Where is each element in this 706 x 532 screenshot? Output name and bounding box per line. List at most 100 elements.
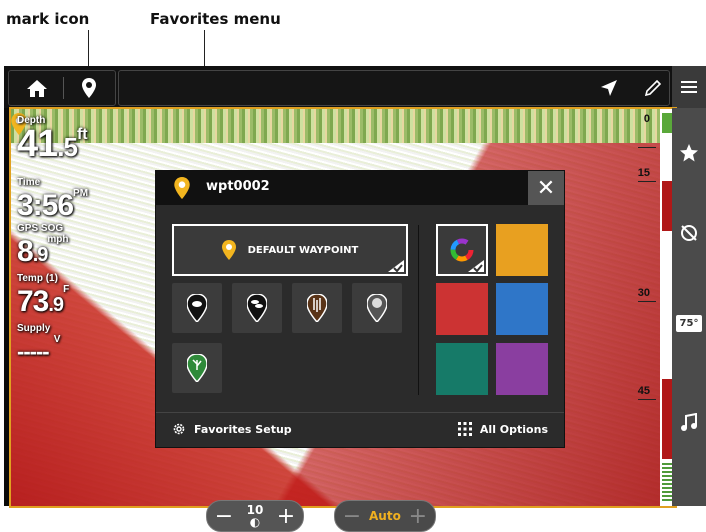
right-toolbar: 75° (672, 108, 706, 506)
checkmark-icon (388, 260, 404, 273)
depth-scale: 0 15 30 45 (626, 109, 674, 506)
music-icon (681, 413, 697, 431)
dialog-title: wpt0002 (206, 179, 270, 194)
all-options-label: All Options (479, 422, 548, 436)
sonar-icon (681, 225, 697, 241)
draw-button[interactable] (629, 71, 677, 105)
home-icon (27, 80, 47, 97)
dialog-header: wpt0002 ✕ (156, 171, 564, 205)
temp-readout: Temp (1) 73.9F (17, 273, 69, 323)
topbar-left-group (8, 70, 116, 106)
topbar-main-group (118, 70, 670, 106)
waypoint-pin-icon (82, 78, 96, 98)
music-button[interactable] (672, 398, 706, 448)
default-waypoint-button[interactable]: DEFAULT WAYPOINT (172, 224, 408, 276)
sog-label: GPS SOG (17, 223, 64, 234)
depth-tick-30: 30 (637, 287, 650, 299)
menu-icon (681, 81, 697, 93)
navigation-button[interactable] (585, 71, 633, 105)
favorites-button[interactable] (672, 128, 706, 178)
time-ampm: PM (73, 188, 89, 199)
close-button[interactable]: ✕ (528, 171, 564, 205)
favorites-menu-dialog: wpt0002 ✕ DEFAULT WAYPOINT Favorites Set… (155, 170, 565, 448)
depth-tick-0: 0 (643, 113, 650, 125)
checkmark-icon (468, 260, 484, 273)
depth-value: 41 (17, 123, 58, 165)
temp-unit: F (63, 284, 70, 295)
sog-readout: GPS SOG 8.9mph (17, 223, 68, 273)
structure-icon (307, 294, 327, 322)
depth-readout: Depth 41.5ft (17, 115, 88, 165)
water-temp-button[interactable]: 75° (672, 298, 706, 348)
topbar-separator (63, 77, 64, 99)
sensitivity-value: Auto (369, 509, 401, 523)
color-swatch-multicolor[interactable] (436, 224, 488, 276)
bait-icon (367, 294, 387, 322)
waypoint-pin-icon (174, 177, 190, 199)
depth-tick-line (638, 301, 656, 302)
grid-icon (457, 422, 472, 436)
color-swatch-yellow[interactable] (496, 224, 548, 276)
sog-unit: mph (47, 234, 69, 245)
color-swatch-teal[interactable] (436, 343, 488, 395)
home-button[interactable] (13, 71, 61, 105)
supply-value: ----- (17, 339, 54, 364)
flasher-segment (662, 379, 672, 459)
sensitivity-control: − Auto + (334, 500, 436, 532)
supply-unit: V (53, 334, 61, 345)
depth-tick-45: 45 (637, 385, 650, 397)
mark-waypoint-button[interactable] (65, 71, 113, 105)
gear-icon (173, 423, 185, 435)
color-swatch-purple[interactable] (496, 343, 548, 395)
depth-unit: ft (76, 126, 88, 143)
sonar-button[interactable] (672, 208, 706, 258)
flasher-segment (662, 113, 672, 133)
depth-tick-line (638, 147, 656, 148)
sog-value: 8 (17, 235, 34, 268)
time-value: 3:56 (17, 189, 74, 222)
supply-label: Supply (17, 323, 51, 334)
depth-decimal: .5 (57, 132, 78, 162)
water-temp-icon: 75° (675, 314, 703, 332)
temp-value: 73 (17, 285, 49, 318)
depth-tick-15: 15 (637, 167, 650, 179)
time-label: Time (17, 177, 41, 188)
vegetation-icon (187, 354, 207, 382)
all-options-button[interactable]: All Options (457, 422, 548, 436)
star-icon (680, 144, 698, 162)
dialog-footer: Favorites Setup All Options (156, 412, 564, 447)
fish-school-icon (247, 294, 267, 322)
favorites-setup-label: Favorites Setup (194, 422, 292, 436)
structure-icon-tile[interactable] (292, 283, 342, 333)
color-wheel-icon (450, 238, 474, 262)
depth-tick-line (638, 399, 656, 400)
depth-tick-line (638, 181, 656, 182)
fish-icon-tile[interactable] (172, 283, 222, 333)
default-waypoint-label: DEFAULT WAYPOINT (247, 244, 359, 256)
temp-label: Temp (1) (17, 273, 58, 284)
fish-icon (187, 294, 207, 322)
color-swatch-red[interactable] (436, 283, 488, 335)
range-value-text: 10 (246, 503, 264, 517)
surface-clutter (11, 109, 675, 143)
range-control: − 10 ◐ + (206, 500, 304, 532)
top-bar (4, 66, 706, 108)
bait-icon-tile[interactable] (352, 283, 402, 333)
temp-decimal: .9 (48, 294, 64, 316)
fishfinder-display: Depth 41.5ft Time 3:56PM GPS SOG 8.9mph … (4, 66, 706, 532)
supply-readout: Supply ----- V (17, 323, 60, 370)
favorites-setup-button[interactable]: Favorites Setup (172, 422, 292, 436)
callout-mark-icon: mark icon (6, 10, 90, 28)
vegetation-icon-tile[interactable] (172, 343, 222, 393)
dialog-divider (418, 225, 419, 395)
flasher-segment (662, 181, 672, 231)
sog-decimal: .9 (32, 244, 49, 266)
main-menu-button[interactable] (672, 66, 706, 108)
fish-school-icon-tile[interactable] (232, 283, 282, 333)
callout-favorites-menu: Favorites menu (150, 10, 281, 28)
navigation-arrow-icon (601, 80, 617, 96)
pencil-icon (645, 80, 661, 96)
close-icon: ✕ (536, 175, 556, 201)
color-swatch-blue[interactable] (496, 283, 548, 335)
range-value: 10 ◐ (246, 503, 264, 529)
